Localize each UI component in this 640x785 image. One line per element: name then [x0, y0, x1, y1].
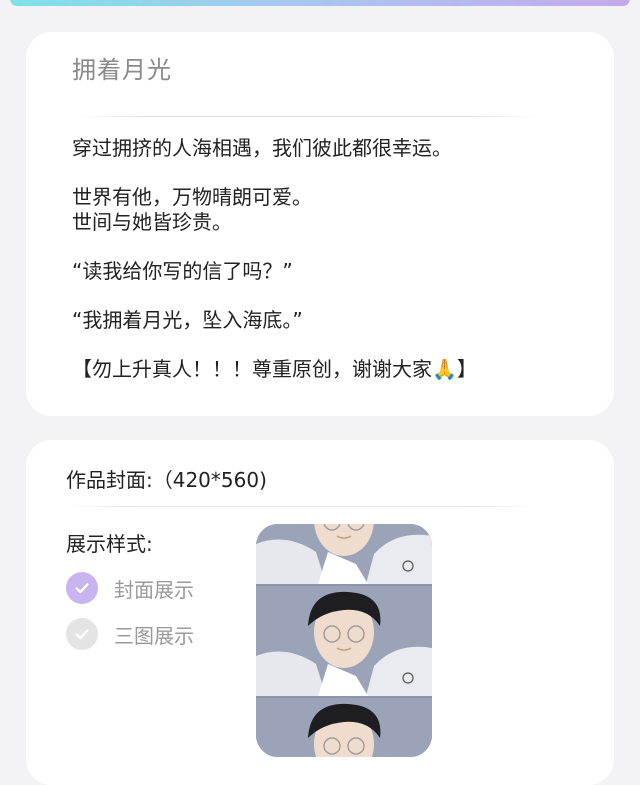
divider	[72, 116, 542, 117]
divider	[66, 506, 536, 507]
cover-label: 作品封面:（420*560)	[66, 468, 267, 492]
portrait-photo	[256, 698, 432, 757]
description-line: 世间与她皆珍贵。	[72, 210, 232, 234]
work-intro-card: 拥着月光 穿过拥挤的人海相遇，我们彼此都很幸运。 世界有他，万物晴朗可爱。 世间…	[26, 32, 614, 416]
description-line: “读我给你写的信了吗？”	[72, 259, 293, 283]
portrait-photo	[256, 524, 432, 584]
display-style-label: 展示样式:	[66, 532, 153, 556]
check-icon[interactable]	[66, 572, 98, 604]
work-description[interactable]: 穿过拥挤的人海相遇，我们彼此都很幸运。 世界有他，万物晴朗可爱。 世间与她皆珍贵…	[72, 136, 592, 382]
cover-image-preview[interactable]	[256, 524, 432, 757]
description-line: 穿过拥挤的人海相遇，我们彼此都很幸运。	[72, 136, 452, 160]
option-label: 封面展示	[114, 577, 194, 602]
check-icon[interactable]	[66, 618, 98, 650]
cover-settings-card: 作品封面:（420*560) 展示样式: 封面展示 三图展示	[26, 440, 614, 785]
description-line: 【勿上升真人！！！尊重原创，谢谢大家🙏】	[72, 357, 477, 381]
description-line: 世界有他，万物晴朗可爱。	[72, 185, 312, 209]
portrait-photo	[256, 586, 432, 696]
top-accent-bar	[10, 0, 630, 6]
cover-photo-panel	[256, 698, 432, 757]
option-three-image-display[interactable]: 三图展示	[66, 618, 194, 650]
option-cover-display[interactable]: 封面展示	[66, 572, 194, 604]
cover-photo-panel	[256, 524, 432, 584]
description-line: “我拥着月光，坠入海底。”	[72, 308, 303, 332]
work-title[interactable]: 拥着月光	[72, 50, 172, 85]
option-label: 三图展示	[114, 623, 194, 648]
cover-photo-panel	[256, 586, 432, 696]
